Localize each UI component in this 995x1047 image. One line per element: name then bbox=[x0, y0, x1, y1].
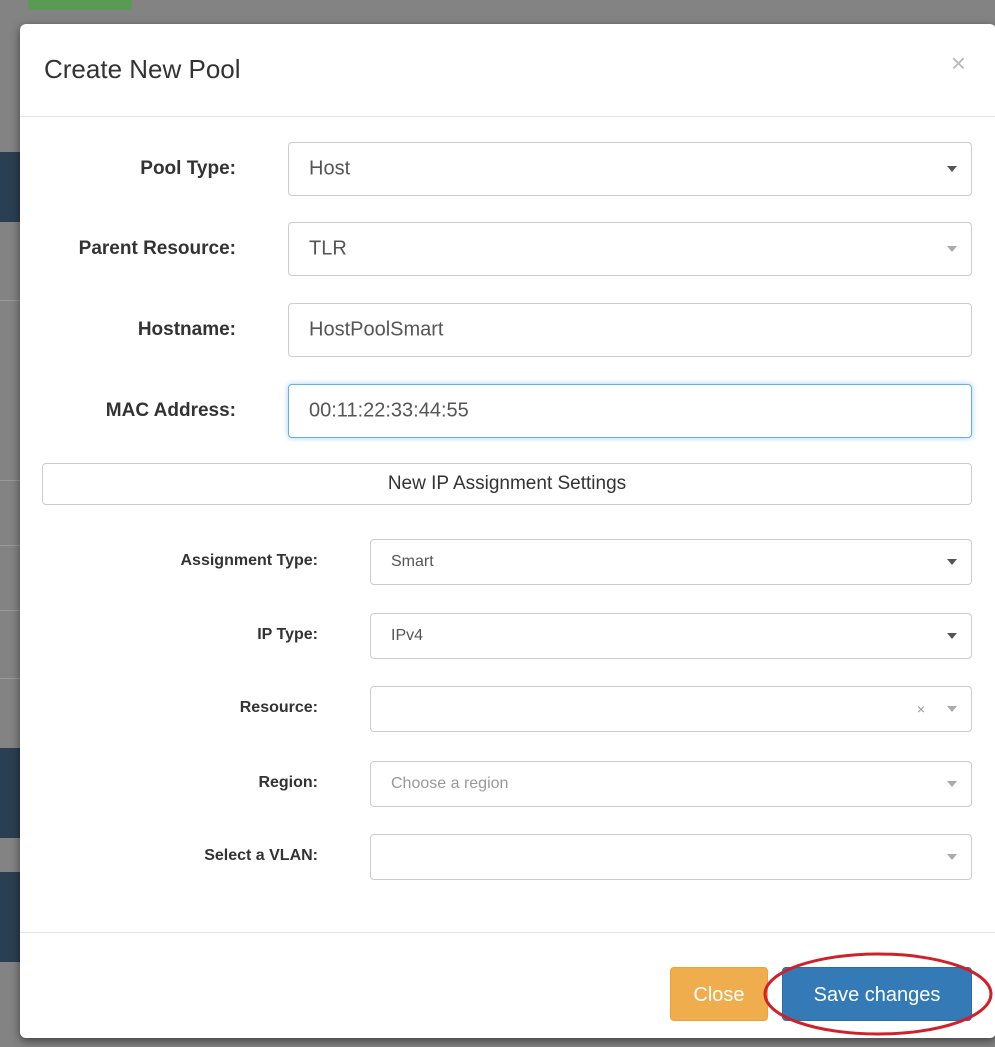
ip-type-label: IP Type: bbox=[257, 626, 318, 643]
modal-footer: Close Save changes bbox=[20, 932, 995, 1039]
caret-down-icon bbox=[947, 781, 957, 787]
modal-title: Create New Pool bbox=[44, 54, 241, 84]
assignment-type-label: Assignment Type: bbox=[180, 552, 319, 569]
hostname-label: Hostname: bbox=[137, 319, 236, 340]
backdrop-nav-block bbox=[0, 872, 22, 962]
mac-address-row: MAC Address: 00:11:22:33:44:55 bbox=[20, 384, 995, 438]
backdrop-nav-block bbox=[0, 152, 22, 222]
caret-down-icon bbox=[947, 559, 957, 565]
region-select[interactable]: Choose a region bbox=[370, 761, 972, 807]
pool-type-value: Host bbox=[309, 157, 351, 180]
modal-header: Create New Pool × bbox=[20, 24, 995, 117]
pool-type-row: Pool Type: Host bbox=[20, 142, 995, 196]
mac-address-input[interactable]: 00:11:22:33:44:55 bbox=[288, 384, 972, 438]
backdrop-divider bbox=[0, 480, 22, 481]
vlan-label: Select a VLAN: bbox=[204, 847, 318, 864]
close-icon[interactable]: × bbox=[951, 48, 966, 79]
parent-resource-label: Parent Resource: bbox=[78, 238, 236, 259]
region-row: Region: Choose a region bbox=[20, 761, 995, 807]
caret-down-icon bbox=[947, 854, 957, 860]
parent-resource-value: TLR bbox=[309, 237, 347, 260]
pool-type-label: Pool Type: bbox=[140, 158, 236, 179]
ip-type-row: IP Type: IPv4 bbox=[20, 613, 995, 659]
resource-row: Resource: × bbox=[20, 686, 995, 732]
parent-resource-row: Parent Resource: TLR bbox=[20, 222, 995, 276]
caret-down-icon bbox=[947, 246, 957, 252]
hostname-value: HostPoolSmart bbox=[309, 318, 444, 341]
resource-select[interactable]: × bbox=[370, 686, 972, 732]
ip-assignment-section-header[interactable]: New IP Assignment Settings bbox=[42, 463, 972, 505]
clear-icon[interactable]: × bbox=[917, 701, 925, 717]
backdrop-divider bbox=[0, 545, 22, 546]
parent-resource-select[interactable]: TLR bbox=[288, 222, 972, 276]
create-pool-modal: Create New Pool × Pool Type: Host Parent… bbox=[20, 24, 995, 1038]
backdrop-divider bbox=[0, 678, 22, 679]
pool-type-select[interactable]: Host bbox=[288, 142, 972, 196]
hostname-row: Hostname: HostPoolSmart bbox=[20, 303, 995, 357]
backdrop-tab bbox=[28, 0, 132, 10]
backdrop-divider bbox=[0, 300, 22, 301]
region-label: Region: bbox=[258, 774, 318, 791]
backdrop-nav-block bbox=[0, 748, 22, 838]
hostname-input[interactable]: HostPoolSmart bbox=[288, 303, 972, 357]
vlan-row: Select a VLAN: bbox=[20, 834, 995, 880]
caret-down-icon bbox=[947, 633, 957, 639]
mac-address-value: 00:11:22:33:44:55 bbox=[309, 399, 469, 422]
assignment-type-value: Smart bbox=[391, 553, 434, 570]
backdrop-divider bbox=[0, 610, 22, 611]
assignment-type-row: Assignment Type: Smart bbox=[20, 539, 995, 585]
caret-down-icon bbox=[947, 706, 957, 712]
save-changes-button[interactable]: Save changes bbox=[782, 967, 972, 1021]
ip-type-select[interactable]: IPv4 bbox=[370, 613, 972, 659]
resource-label: Resource: bbox=[239, 699, 318, 716]
mac-address-label: MAC Address: bbox=[105, 400, 236, 421]
close-button[interactable]: Close bbox=[670, 967, 768, 1021]
caret-down-icon bbox=[947, 166, 957, 172]
assignment-type-select[interactable]: Smart bbox=[370, 539, 972, 585]
region-placeholder: Choose a region bbox=[391, 775, 509, 792]
ip-type-value: IPv4 bbox=[391, 627, 424, 644]
vlan-select[interactable] bbox=[370, 834, 972, 880]
